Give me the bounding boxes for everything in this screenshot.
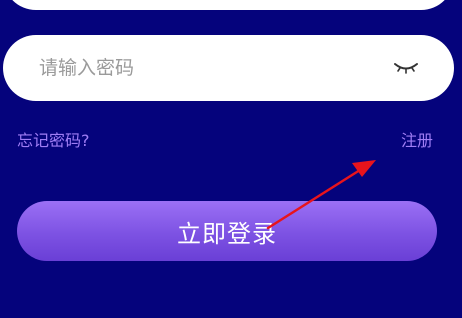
register-link[interactable]: 注册 xyxy=(401,127,433,151)
login-button[interactable]: 立即登录 xyxy=(17,201,437,261)
password-field-container xyxy=(3,35,454,101)
username-field[interactable] xyxy=(3,0,454,10)
password-input[interactable] xyxy=(39,35,369,101)
forgot-password-link[interactable]: 忘记密码? xyxy=(17,127,90,151)
eye-closed-icon[interactable] xyxy=(391,59,421,77)
